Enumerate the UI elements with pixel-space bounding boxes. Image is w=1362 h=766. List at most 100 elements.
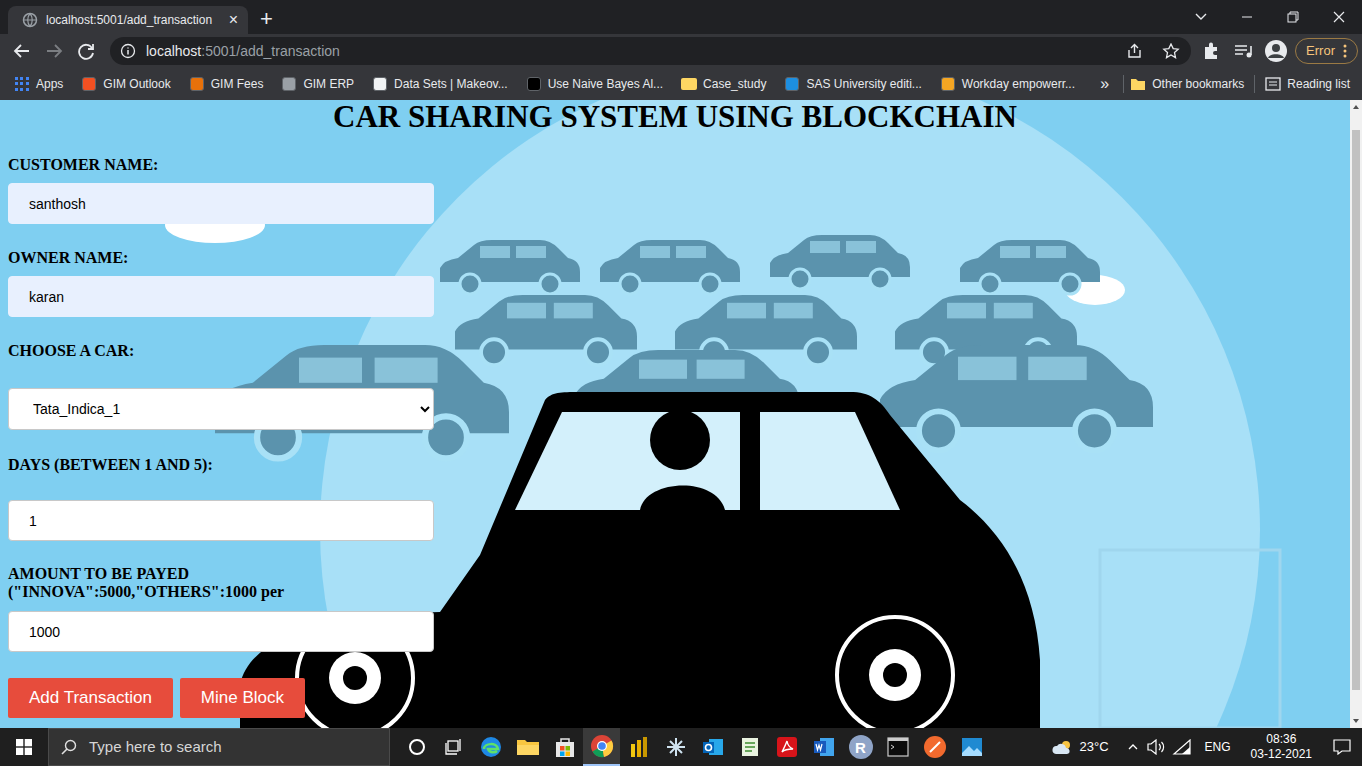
bookmark-item[interactable]: Case_study <box>681 75 766 93</box>
bookmark-label: GIM Outlook <box>103 75 170 93</box>
restore-icon[interactable] <box>1270 10 1316 24</box>
scroll-up-icon[interactable] <box>1350 100 1362 114</box>
bookmark-item[interactable]: Workday empowerr... <box>940 75 1075 93</box>
scroll-down-icon[interactable] <box>1350 714 1362 728</box>
bookmarks-bar: Apps GIM Outlook GIM Fees GIM ERP Data Sets … <box>0 68 1362 100</box>
bookmark-label: Data Sets | Makeov... <box>394 75 508 93</box>
field-label: CUSTOMER NAME: <box>8 155 158 175</box>
search-placeholder: Type here to search <box>89 736 222 759</box>
profile-avatar-icon[interactable] <box>1259 39 1293 63</box>
car-select[interactable]: Tata_Indica_1 <box>8 388 434 430</box>
share-icon[interactable] <box>1119 43 1149 59</box>
reading-list[interactable]: Reading list <box>1265 75 1350 93</box>
task-view-icon <box>445 738 463 756</box>
field-label: OWNER NAME: <box>8 248 128 268</box>
outlook-app[interactable] <box>694 728 731 766</box>
bookmarks-overflow-button[interactable]: » <box>1092 72 1117 96</box>
text-input[interactable] <box>8 500 434 541</box>
form-field: CUSTOMER NAME: <box>8 134 1342 224</box>
site-icon <box>527 77 541 91</box>
star-icon[interactable] <box>1159 43 1183 59</box>
close-window-icon[interactable] <box>1316 10 1362 24</box>
other-bookmarks[interactable]: Other bookmarks <box>1130 75 1244 93</box>
extensions-icon[interactable] <box>1195 42 1229 60</box>
globe-icon <box>22 12 38 28</box>
reload-icon[interactable] <box>70 42 102 60</box>
site-icon <box>282 77 296 91</box>
cortana-button[interactable] <box>398 728 435 766</box>
app-icon <box>923 735 947 759</box>
outlook-icon <box>702 736 724 758</box>
menu-dots-icon[interactable] <box>1343 44 1347 58</box>
file-explorer-app[interactable] <box>509 728 546 766</box>
address-bar[interactable]: localhost:5001/add_transaction <box>110 37 1191 65</box>
bookmark-item[interactable]: Apps <box>14 75 63 93</box>
tab-search-icon[interactable] <box>1178 10 1224 24</box>
tab-close-button[interactable]: × <box>227 12 240 28</box>
bookmark-icon <box>784 76 800 92</box>
photos-app[interactable] <box>953 728 990 766</box>
store-app[interactable] <box>546 728 583 766</box>
media-icon[interactable] <box>1229 42 1259 60</box>
field-label: CHOOSE A CAR: <box>8 341 134 361</box>
notifications-button[interactable] <box>1322 728 1362 766</box>
task-view-button[interactable] <box>435 728 472 766</box>
weather[interactable]: 23°C <box>1052 737 1109 757</box>
bookmark-item[interactable]: GIM ERP <box>281 75 354 93</box>
notepad-icon <box>739 736 761 758</box>
orange-app[interactable] <box>916 728 953 766</box>
bookmark-item[interactable]: Use Naive Bayes Al... <box>526 75 663 93</box>
url-host: localhost <box>146 43 201 59</box>
minimize-icon[interactable] <box>1224 10 1270 24</box>
text-input[interactable] <box>8 276 434 317</box>
bookmark-item[interactable]: GIM Fees <box>189 75 264 93</box>
clock[interactable]: 08:36 03-12-2021 <box>1251 732 1312 762</box>
r-app[interactable]: R <box>842 728 879 766</box>
tableau-app[interactable] <box>657 728 694 766</box>
bookmark-label: GIM ERP <box>303 75 354 93</box>
show-hidden-icons-icon[interactable] <box>1123 740 1143 754</box>
browser-tab[interactable]: localhost:5001/add_transaction × <box>8 6 248 34</box>
page-scrollbar[interactable] <box>1350 100 1362 728</box>
new-tab-button[interactable]: + <box>260 8 273 30</box>
start-button[interactable] <box>0 728 48 766</box>
scrollbar-thumb[interactable] <box>1352 130 1360 690</box>
info-icon[interactable] <box>120 43 136 59</box>
taskbar: Type here to search R 23°C ENG 08:36 03-… <box>0 728 1362 766</box>
back-icon[interactable] <box>6 42 38 60</box>
profile-error-pill[interactable]: Error <box>1295 38 1358 64</box>
page-heading: CAR SHARING SYSTEM USING BLOCKCHAIN <box>8 100 1342 134</box>
profile-status: Error <box>1306 41 1335 61</box>
terminal-app[interactable] <box>879 728 916 766</box>
toolbar: localhost:5001/add_transaction Error <box>0 34 1362 68</box>
wifi-icon[interactable] <box>1169 739 1195 755</box>
edge-app[interactable] <box>472 728 509 766</box>
field-label: AMOUNT TO BE PAYED ("INNOVA":5000,"OTHER… <box>8 565 338 601</box>
bookmark-label: SAS University editi... <box>806 75 921 93</box>
word-app[interactable] <box>805 728 842 766</box>
mine-block-button[interactable]: Mine Block <box>180 678 305 718</box>
power-bi-app[interactable] <box>620 728 657 766</box>
form-field: CHOOSE A CAR: Tata_Indica_1 <box>8 317 1342 430</box>
bookmark-icon <box>189 76 205 92</box>
folder-icon <box>681 78 697 90</box>
text-input[interactable] <box>8 611 434 652</box>
bookmark-item[interactable]: SAS University editi... <box>784 75 921 93</box>
power-bi-icon <box>628 736 650 758</box>
bookmark-icon <box>940 76 956 92</box>
site-icon <box>82 77 96 91</box>
add-transaction-button[interactable]: Add Transaction <box>8 678 173 718</box>
notepad-app[interactable] <box>731 728 768 766</box>
speaker-icon[interactable] <box>1143 739 1169 755</box>
edge-icon <box>479 735 503 759</box>
text-input[interactable] <box>8 183 434 224</box>
bookmark-label: GIM Fees <box>211 75 264 93</box>
bookmark-item[interactable]: GIM Outlook <box>81 75 170 93</box>
chrome-app[interactable] <box>583 728 620 766</box>
acrobat-icon <box>776 736 798 758</box>
taskbar-search[interactable]: Type here to search <box>48 728 390 766</box>
forward-icon[interactable] <box>38 42 70 60</box>
acrobat-app[interactable] <box>768 728 805 766</box>
bookmark-item[interactable]: Data Sets | Makeov... <box>372 75 508 93</box>
input-language[interactable]: ENG <box>1205 738 1231 756</box>
